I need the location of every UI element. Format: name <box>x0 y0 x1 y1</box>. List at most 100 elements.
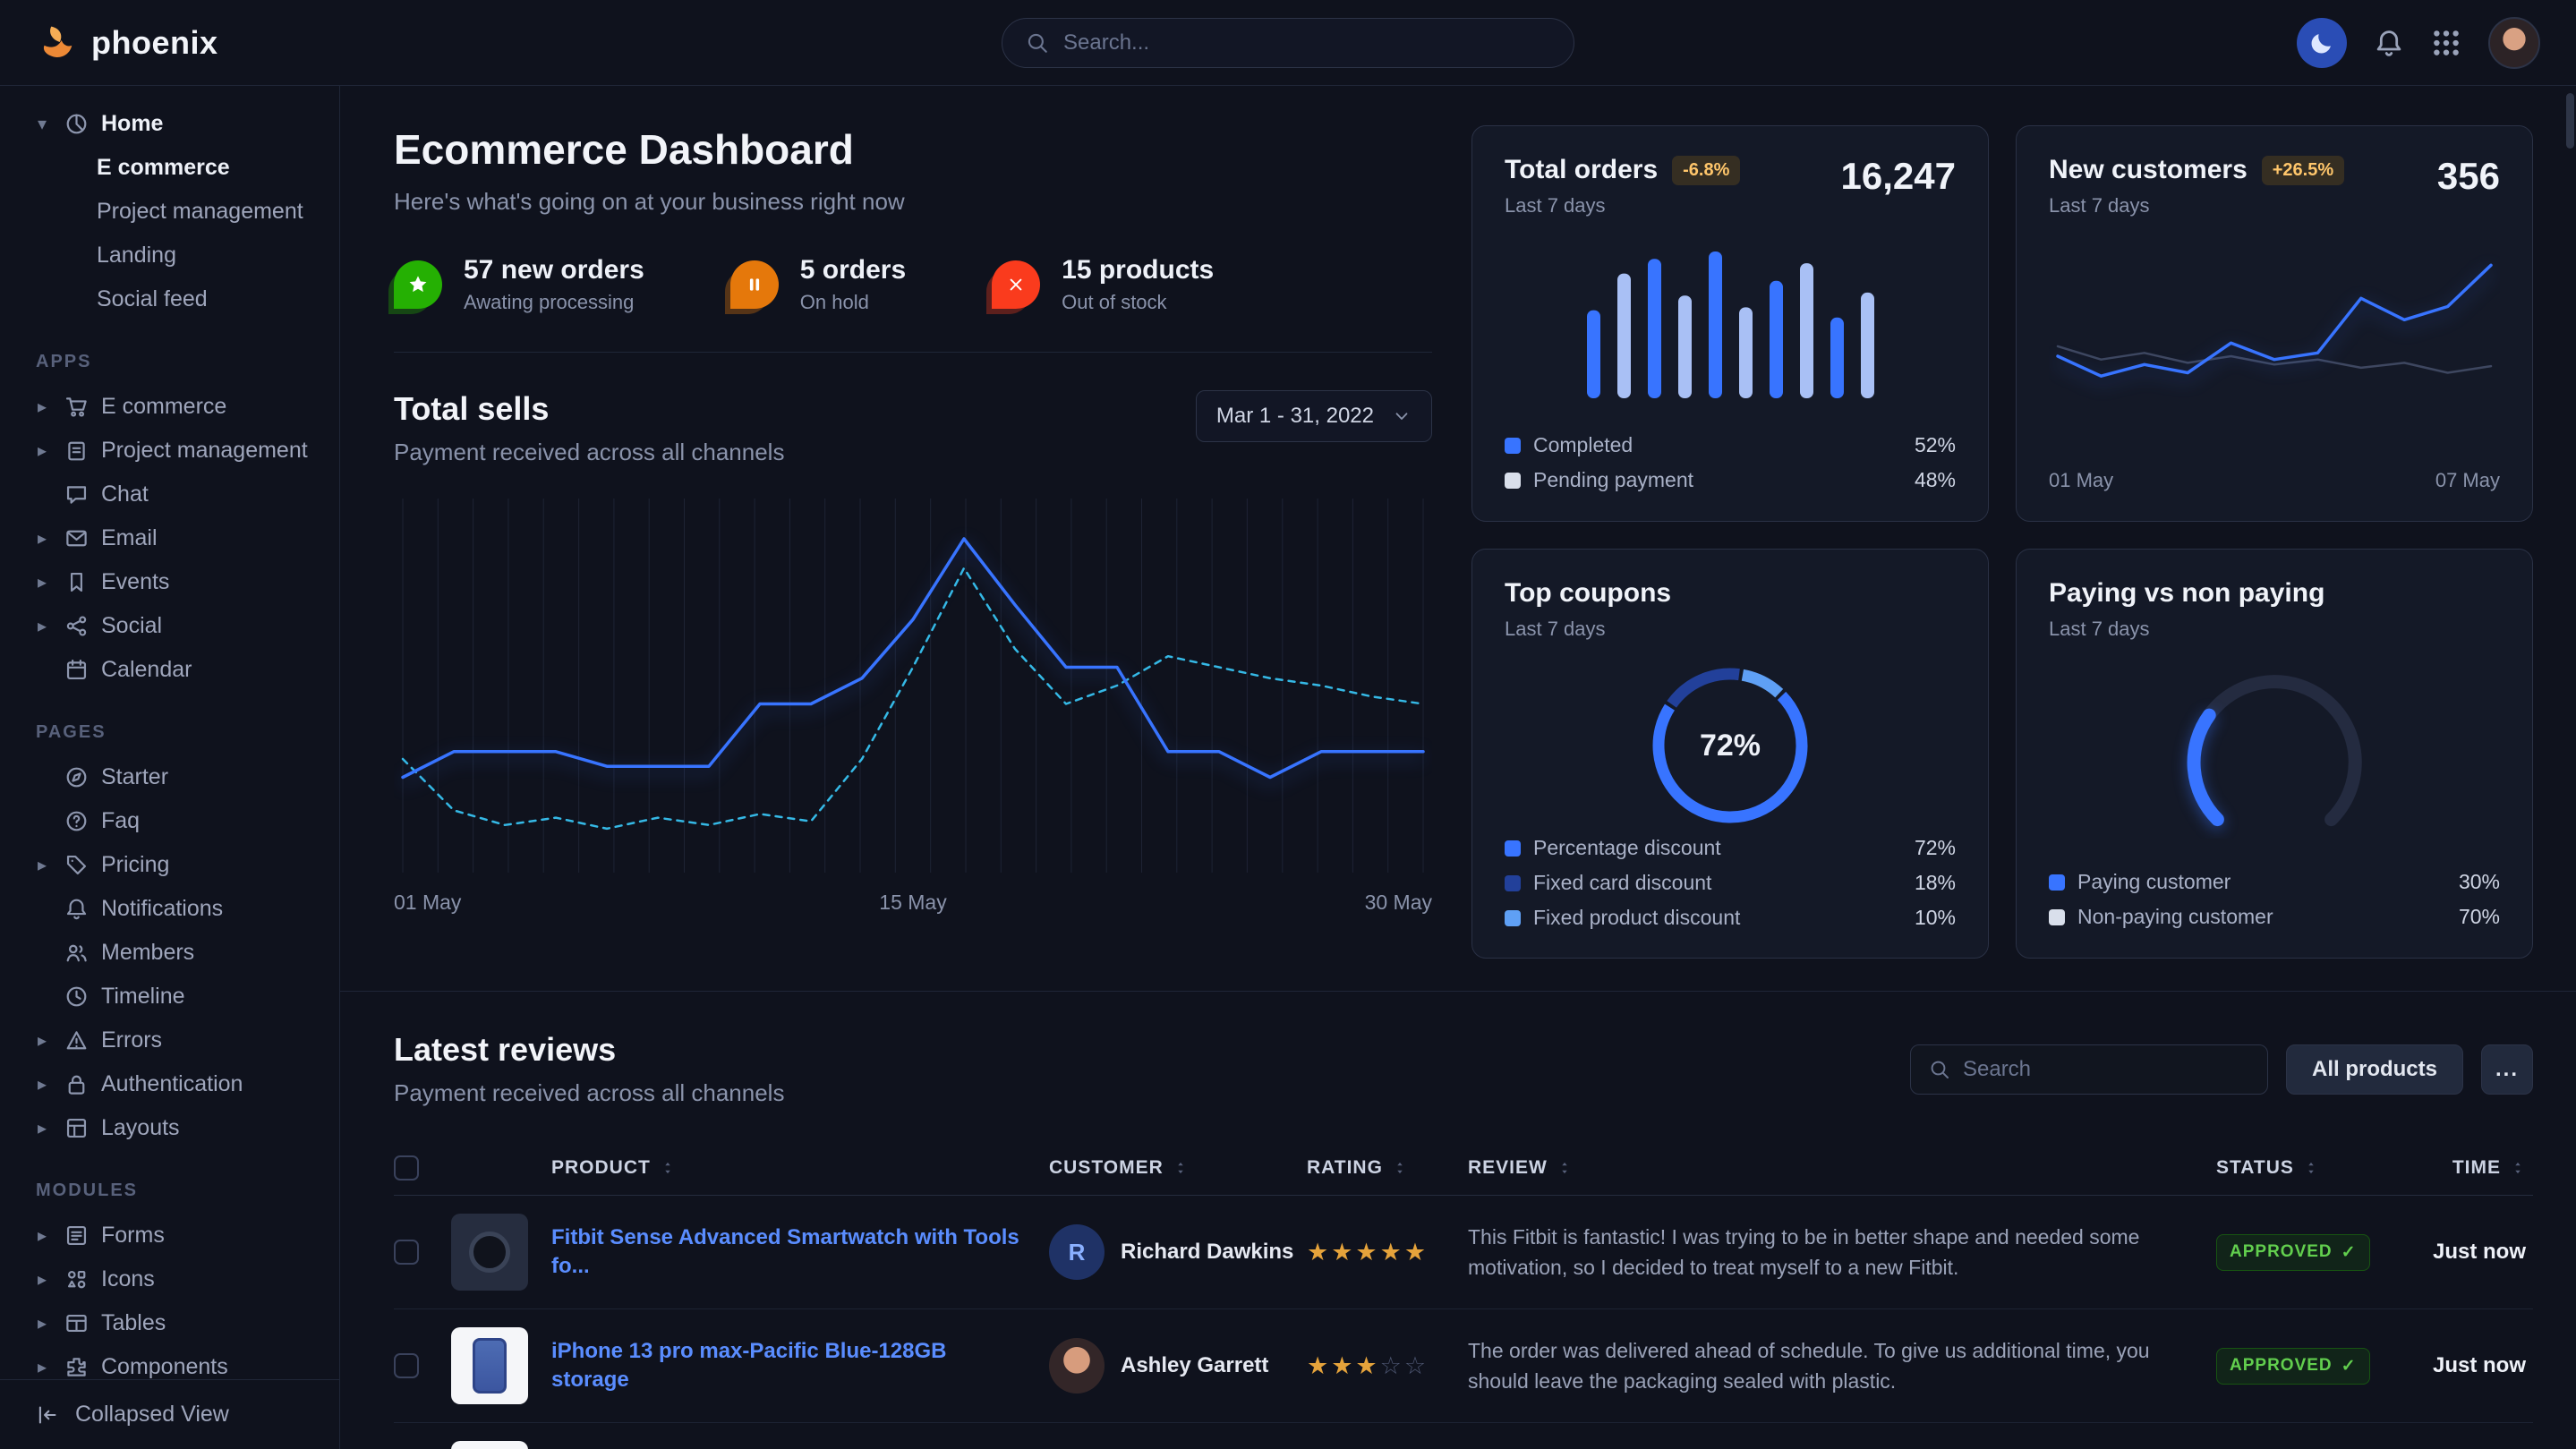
select-all-checkbox[interactable] <box>394 1155 419 1181</box>
product-link[interactable]: Fitbit Sense Advanced Smartwatch with To… <box>551 1223 1049 1282</box>
theme-toggle-button[interactable] <box>2297 18 2347 68</box>
apps-grid-button[interactable] <box>2431 28 2461 58</box>
reviews-search-input[interactable] <box>1963 1057 2249 1082</box>
reviews-search[interactable] <box>1910 1044 2268 1095</box>
x-axis-labels: 01 May 07 May <box>2049 469 2500 492</box>
sidebar-item-e-commerce[interactable]: ▸E commerce <box>0 385 339 429</box>
legend-item-fixed-product-discount: Fixed product discount10% <box>1505 906 1956 930</box>
status-label: APPROVED <box>2230 1242 2333 1262</box>
paying-gauge-chart <box>2154 664 2395 839</box>
form-icon <box>64 1223 89 1248</box>
page-title: Ecommerce Dashboard <box>394 125 1432 174</box>
total-sells-chart: 01 May 15 May 30 May <box>394 493 1432 915</box>
card-title: Paying vs non paying <box>2049 578 2324 609</box>
sidebar-item-label: Project management <box>101 438 308 464</box>
sidebar-item-icons[interactable]: ▸Icons <box>0 1257 339 1301</box>
brand[interactable]: phoenix <box>36 20 218 65</box>
x-icon <box>992 260 1040 309</box>
sidebar-item-starter[interactable]: Starter <box>0 755 339 799</box>
column-header-time[interactable]: TIME <box>2399 1157 2533 1179</box>
sidebar-item-landing[interactable]: Landing <box>0 234 339 277</box>
delta-badge: +26.5% <box>2262 156 2344 185</box>
cart-icon <box>64 395 89 419</box>
more-options-button[interactable]: ... <box>2481 1044 2533 1095</box>
sidebar-item-social[interactable]: ▸Social <box>0 604 339 648</box>
search-input[interactable] <box>1063 30 1550 55</box>
sidebar-item-chat[interactable]: Chat <box>0 473 339 516</box>
sidebar-item-email[interactable]: ▸ Email <box>0 516 339 560</box>
sidebar-item-errors[interactable]: ▸Errors <box>0 1019 339 1062</box>
legend-value: 48% <box>1915 468 1956 492</box>
sidebar-item-layouts[interactable]: ▸Layouts <box>0 1106 339 1150</box>
share-icon <box>64 614 89 638</box>
stat-label: Awating processing <box>464 291 644 314</box>
product-link[interactable]: iPhone 13 pro max-Pacific Blue-128GB sto… <box>551 1337 1049 1395</box>
legend-value: 30% <box>2459 870 2500 894</box>
user-avatar[interactable] <box>2488 17 2540 69</box>
x-label: 30 May <box>1365 891 1432 915</box>
paying-legend: Paying customer30%Non-paying customer70% <box>2049 870 2500 929</box>
reviews-controls: All products ... <box>1910 1044 2533 1095</box>
clock-icon <box>64 984 89 1009</box>
tag-icon <box>64 853 89 877</box>
sidebar-item-e-commerce[interactable]: E commerce <box>0 146 339 190</box>
caret-right-icon: ▸ <box>32 1312 52 1334</box>
sidebar-item-tables[interactable]: ▸Tables <box>0 1301 339 1345</box>
column-header-review[interactable]: REVIEW <box>1468 1157 2216 1179</box>
sidebar-item-pricing[interactable]: ▸Pricing <box>0 843 339 887</box>
table-icon <box>64 1311 89 1335</box>
star-filled-icon: ★★★★★ <box>1307 1239 1429 1266</box>
product-image-watch <box>451 1214 528 1291</box>
column-label: STATUS <box>2216 1157 2294 1179</box>
question-icon <box>64 809 89 833</box>
notifications-button[interactable] <box>2374 28 2404 58</box>
column-header-status[interactable]: STATUS <box>2216 1157 2399 1179</box>
column-header-product[interactable]: PRODUCT <box>551 1157 1049 1179</box>
product-image-phone <box>451 1327 528 1404</box>
row-checkbox[interactable] <box>394 1240 419 1265</box>
sidebar-item-project-management[interactable]: ▸Project management <box>0 429 339 473</box>
all-products-button[interactable]: All products <box>2286 1044 2463 1095</box>
sidebar-item-label: Social <box>101 613 162 639</box>
status-cell: APPROVED✓ <box>2216 1234 2399 1271</box>
column-label: RATING <box>1307 1157 1383 1179</box>
sidebar-item-notifications[interactable]: Notifications <box>0 887 339 931</box>
column-label: TIME <box>2452 1157 2501 1179</box>
date-range-select[interactable]: Mar 1 - 31, 2022 <box>1196 390 1432 442</box>
sidebar-item-timeline[interactable]: Timeline <box>0 975 339 1019</box>
caret-right-icon: ▸ <box>32 1073 52 1095</box>
sort-icon <box>2510 1160 2526 1176</box>
sidebar-item-label: E commerce <box>101 394 226 420</box>
column-header-customer[interactable]: CUSTOMER <box>1049 1157 1307 1179</box>
orders-bar-chart <box>1587 244 1874 398</box>
product-image-cell <box>451 1214 551 1291</box>
sidebar-item-components[interactable]: ▸Components <box>0 1345 339 1379</box>
caret-right-icon: ▸ <box>32 527 52 550</box>
status-label: APPROVED <box>2230 1356 2333 1376</box>
sidebar-item-project-management[interactable]: Project management <box>0 190 339 234</box>
legend-label: Completed <box>1533 433 1633 457</box>
collapsed-view-toggle[interactable]: Collapsed View <box>0 1379 339 1449</box>
status-cell: APPROVED✓ <box>2216 1348 2399 1385</box>
global-search[interactable] <box>1002 18 1574 68</box>
collapsed-view-label: Collapsed View <box>75 1402 229 1428</box>
delta-badge: -6.8% <box>1672 156 1740 185</box>
sidebar-item-home[interactable]: ▾Home <box>0 102 339 146</box>
card-title: New customers <box>2049 155 2248 185</box>
sidebar-item-members[interactable]: Members <box>0 931 339 975</box>
legend-label: Fixed product discount <box>1533 906 1740 930</box>
sidebar-item-social-feed[interactable]: Social feed <box>0 277 339 321</box>
customer-avatar <box>1049 1338 1105 1394</box>
sidebar-item-label: Email <box>101 525 158 551</box>
sidebar-item-authentication[interactable]: ▸Authentication <box>0 1062 339 1106</box>
column-header-rating[interactable]: RATING <box>1307 1157 1468 1179</box>
sidebar-item-forms[interactable]: ▸Forms <box>0 1214 339 1257</box>
scrollbar-thumb[interactable] <box>2566 93 2574 149</box>
sidebar-item-events[interactable]: ▸Events <box>0 560 339 604</box>
row-checkbox[interactable] <box>394 1353 419 1378</box>
sort-icon <box>660 1160 676 1176</box>
status-badge: APPROVED✓ <box>2216 1234 2370 1271</box>
sidebar-item-label: Notifications <box>101 896 223 922</box>
sidebar-item-faq[interactable]: Faq <box>0 799 339 843</box>
sidebar-item-calendar[interactable]: Calendar <box>0 648 339 692</box>
